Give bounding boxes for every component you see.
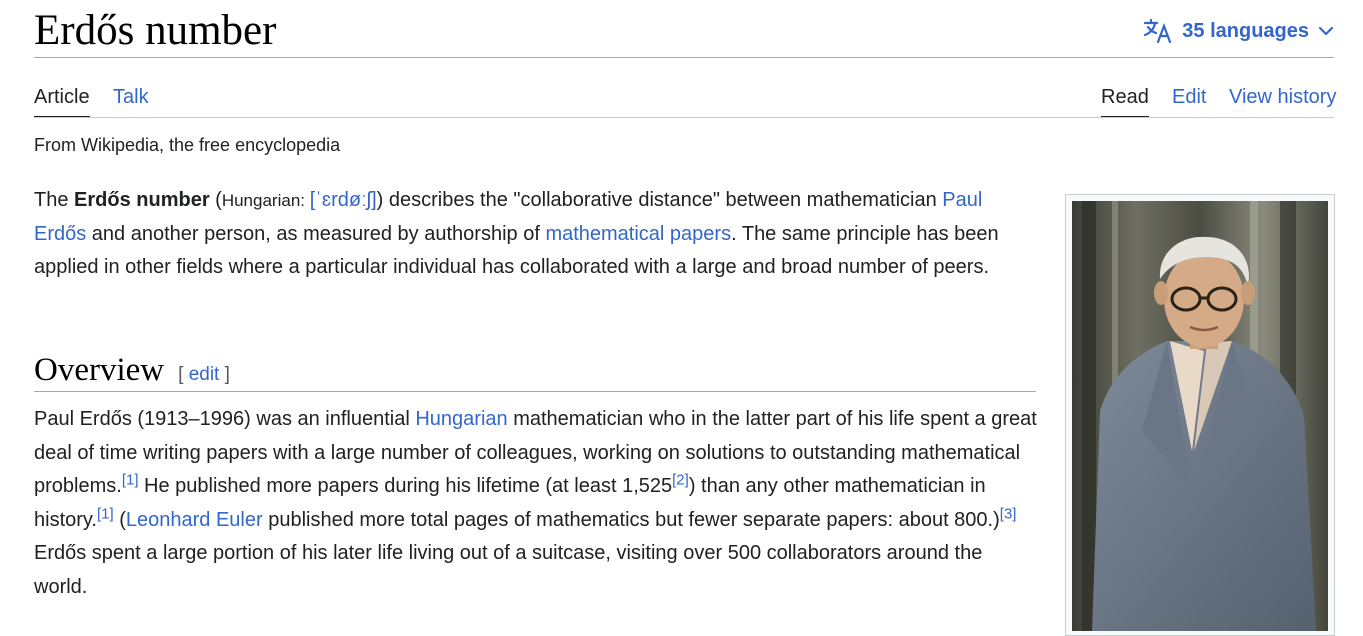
overview-divider xyxy=(34,391,1036,392)
reference-link[interactable]: [2] xyxy=(672,472,689,489)
intro-bold-term: Erdős number xyxy=(74,189,210,211)
languages-button[interactable]: 35 languages xyxy=(1144,14,1335,48)
overview-heading: Overview [ edit ] xyxy=(34,350,230,395)
chevron-down-icon xyxy=(1317,22,1335,40)
edit-bracket: [ xyxy=(178,364,189,385)
section-edit: [ edit ] xyxy=(178,364,230,385)
hungarian-label: Hungarian: xyxy=(221,191,310,210)
overview-text: Erdős spent a large portion of his later… xyxy=(34,542,983,598)
reference-link[interactable]: [1] xyxy=(97,505,114,522)
tabs-divider xyxy=(34,117,1334,118)
reference-link[interactable]: [3] xyxy=(1000,505,1017,522)
tab-view-history[interactable]: View history xyxy=(1229,84,1336,118)
ipa-link[interactable]: [ˈɛrdøːʃ] xyxy=(310,189,377,211)
edit-section-link[interactable]: edit xyxy=(189,364,220,385)
mathematical-papers-link[interactable]: mathematical papers xyxy=(545,223,731,245)
site-tagline: From Wikipedia, the free encyclopedia xyxy=(34,135,341,155)
page-title: Erdős number xyxy=(34,7,277,54)
intro-text: ( xyxy=(209,189,222,211)
reference-link[interactable]: [1] xyxy=(122,472,139,489)
portrait-photo xyxy=(1072,201,1328,631)
hungarian-link[interactable]: Hungarian xyxy=(415,408,507,430)
tab-edit[interactable]: Edit xyxy=(1172,84,1206,118)
languages-label: 35 languages xyxy=(1182,19,1309,42)
overview-text: Paul Erdős (1913–1996) was an influentia… xyxy=(34,408,416,430)
intro-paragraph: The Erdős number (Hungarian: [ˈɛrdøːʃ]) … xyxy=(34,184,1039,285)
intro-text: and another person, as measured by autho… xyxy=(86,222,546,245)
intro-text: ) describes the "collaborative distance"… xyxy=(376,189,943,211)
title-divider xyxy=(34,57,1334,58)
tab-talk[interactable]: Talk xyxy=(113,84,149,118)
tab-article[interactable]: Article xyxy=(34,84,90,118)
intro-text: The xyxy=(34,189,75,211)
overview-paragraph: Paul Erdős (1913–1996) was an influentia… xyxy=(34,403,1039,605)
translate-icon xyxy=(1144,19,1174,43)
overview-text: published more total pages of mathematic… xyxy=(262,508,1000,531)
tab-read[interactable]: Read xyxy=(1101,84,1149,118)
overview-text: He published more papers during his life… xyxy=(138,475,673,498)
edit-bracket: ] xyxy=(219,364,230,385)
leonhard-euler-link[interactable]: Leonhard Euler xyxy=(126,509,263,531)
portrait-image[interactable] xyxy=(1065,194,1335,636)
overview-heading-text: Overview xyxy=(34,352,165,388)
overview-text: ( xyxy=(113,508,126,531)
